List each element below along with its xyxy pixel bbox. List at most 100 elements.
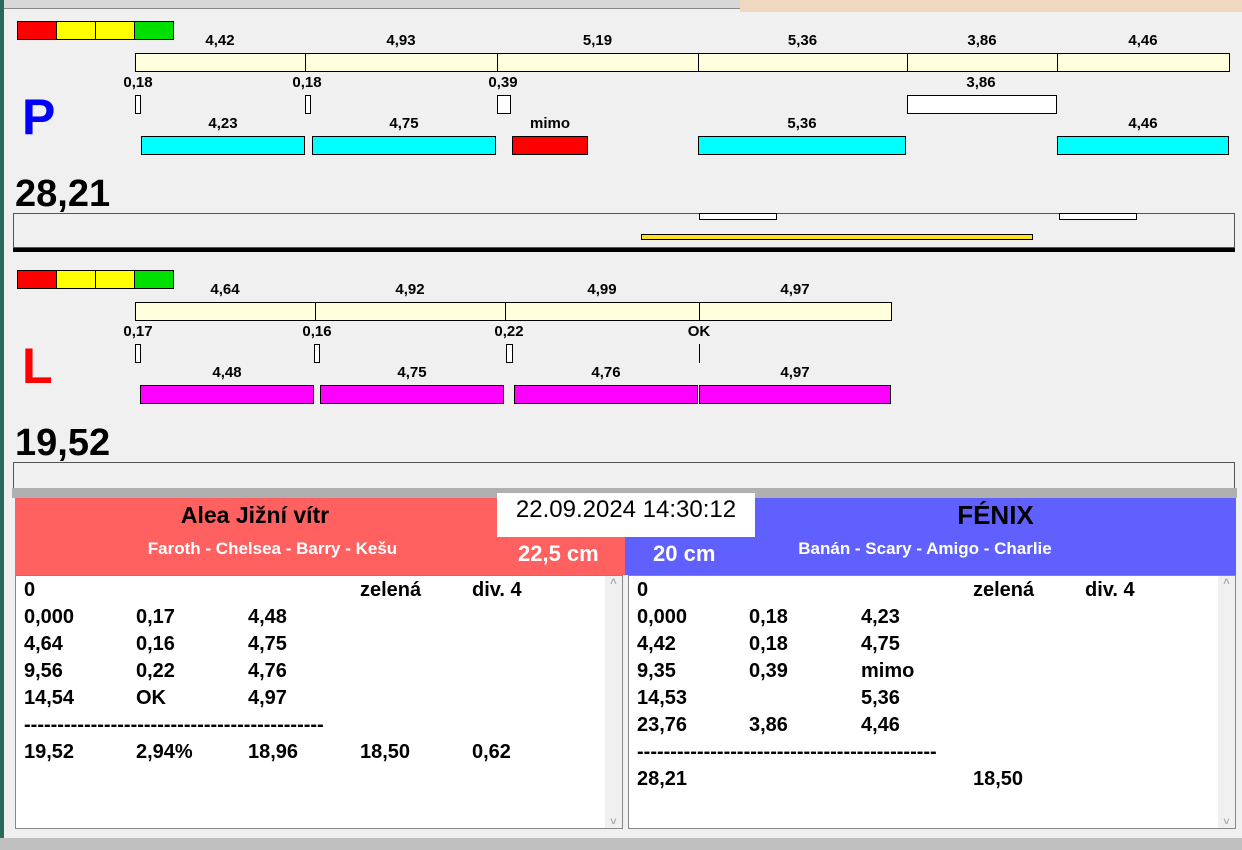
- timeline-marker: [699, 213, 777, 220]
- list-cell: 0,000: [24, 606, 75, 628]
- ruler-segment: [315, 302, 506, 321]
- run-bar: [514, 385, 698, 404]
- list-cell: 19,52: [24, 741, 75, 763]
- ruler-segment: [1057, 53, 1230, 72]
- list-cell: div. 4: [472, 579, 522, 601]
- traffic-light-yellow: [95, 21, 135, 40]
- track-letter: P: [22, 89, 56, 145]
- right-results-list[interactable]: ˄ ˅ 0 zelená div. 4 0,000 0,18 4,23 4,42 0,18 4,75…: [628, 575, 1236, 829]
- list-cell: 5,36: [861, 687, 900, 709]
- gap-label: 3,86: [966, 74, 996, 91]
- run-label: 4,75: [389, 115, 419, 132]
- scrollbar[interactable]: ˄ ˅: [1218, 576, 1235, 828]
- left-window-border: [0, 0, 4, 850]
- timeline-marker: [1059, 213, 1137, 220]
- ruler-label: 4,46: [1128, 32, 1158, 49]
- left-results-list[interactable]: ˄ ˅ 0 zelená div. 4 0,000 0,17 4,48 4,64 0,16 4,75…: [15, 575, 623, 829]
- gap-marker: [305, 95, 311, 114]
- bottom-status-bar: [0, 838, 1242, 850]
- ruler-label: 5,19: [582, 32, 613, 49]
- list-cell: zelená: [973, 579, 1035, 601]
- list-cell: 4,46: [861, 714, 900, 736]
- gap-label: 0,22: [494, 323, 524, 340]
- right-team-name: FÉNIX: [957, 500, 1034, 530]
- run-bar: [699, 385, 891, 404]
- list-row: ----------------------------------------…: [629, 741, 1217, 768]
- list-cell: 0,18: [749, 606, 788, 628]
- run-label: 4,48: [212, 364, 242, 381]
- list-row: 14,53 5,36: [629, 687, 1217, 714]
- list-cell: 0,17: [136, 606, 175, 628]
- list-cell: 0,000: [637, 606, 688, 628]
- list-cell: 18,50: [360, 741, 411, 763]
- run-label: 4,46: [1128, 115, 1158, 132]
- ruler-label: 4,42: [205, 32, 235, 49]
- list-cell: 4,76: [248, 660, 287, 682]
- list-cell: 18,96: [248, 741, 299, 763]
- traffic-light-red: [17, 21, 57, 40]
- run-bar: [512, 136, 588, 155]
- list-cell: 0,16: [136, 633, 175, 655]
- list-cell: 23,76: [637, 714, 688, 736]
- left-team-height: 22,5 cm: [518, 541, 599, 566]
- list-cell: zelená: [360, 579, 422, 601]
- ruler-label: 3,86: [967, 32, 997, 49]
- list-row: 4,42 0,18 4,75: [629, 633, 1217, 660]
- list-row: 0,000 0,17 4,48: [16, 606, 604, 633]
- list-cell: 4,64: [24, 633, 63, 655]
- traffic-light-green: [134, 21, 174, 40]
- list-row: 19,52 2,94% 18,96 18,50 0,62: [16, 741, 604, 768]
- list-cell: 0,22: [136, 660, 175, 682]
- traffic-light-yellow: [56, 270, 96, 289]
- left-team-dogs: Faroth - Chelsea - Barry - Kešu: [147, 539, 398, 558]
- run-label: 4,23: [208, 115, 238, 132]
- ruler-label: 4,64: [210, 281, 240, 298]
- run-bar: [1057, 136, 1229, 155]
- list-cell: 0: [24, 579, 36, 601]
- track-letter: L: [22, 338, 53, 394]
- gap-label: 0,18: [292, 74, 322, 91]
- scrollbar[interactable]: ˄ ˅: [605, 576, 622, 828]
- run-bar: [140, 385, 314, 404]
- gap-label: OK: [687, 323, 711, 340]
- list-cell: 0,18: [749, 633, 788, 655]
- list-cell: 4,75: [248, 633, 287, 655]
- run-label: mimo: [529, 115, 571, 132]
- list-cell: 0: [637, 579, 649, 601]
- list-cell: ----------------------------------------…: [637, 741, 937, 763]
- list-cell: 14,54: [24, 687, 75, 709]
- ruler-label: 5,36: [787, 32, 818, 49]
- gap-label: 0,17: [123, 323, 153, 340]
- run-bar: [312, 136, 496, 155]
- run-label: 5,36: [787, 115, 817, 132]
- list-row: 9,35 0,39 mimo: [629, 660, 1217, 687]
- top-right-panel: [740, 0, 1242, 12]
- list-cell: 4,42: [637, 633, 676, 655]
- list-cell: 4,97: [248, 687, 287, 709]
- list-row: 0 zelená div. 4: [629, 579, 1217, 606]
- track-total: 19,52: [15, 422, 111, 464]
- ruler-segment: [505, 302, 700, 321]
- traffic-light-red: [17, 270, 57, 289]
- run-label: 4,75: [397, 364, 427, 381]
- list-cell: mimo: [861, 660, 915, 682]
- gap-label: 0,18: [123, 74, 153, 91]
- gap-marker: [314, 344, 320, 363]
- list-cell: 0,39: [749, 660, 788, 682]
- list-cell: OK: [136, 687, 166, 709]
- list-cell: 4,23: [861, 606, 900, 628]
- run-bar: [141, 136, 305, 155]
- left-team-name: Alea Jižní vítr: [180, 502, 330, 528]
- list-cell: 18,50: [973, 768, 1024, 790]
- list-row: 4,64 0,16 4,75: [16, 633, 604, 660]
- list-cell: 14,53: [637, 687, 688, 709]
- list-cell: ----------------------------------------…: [24, 714, 324, 736]
- timeline-yellow-bar: [641, 234, 1033, 240]
- ruler-segment: [497, 53, 699, 72]
- list-row: ----------------------------------------…: [16, 714, 604, 741]
- gap-marker: [135, 95, 141, 114]
- track-total: 28,21: [15, 173, 111, 215]
- right-team-height: 20 cm: [653, 541, 716, 566]
- run-bar: [698, 136, 906, 155]
- right-team-dogs: Banán - Scary - Amigo - Charlie: [798, 539, 1052, 558]
